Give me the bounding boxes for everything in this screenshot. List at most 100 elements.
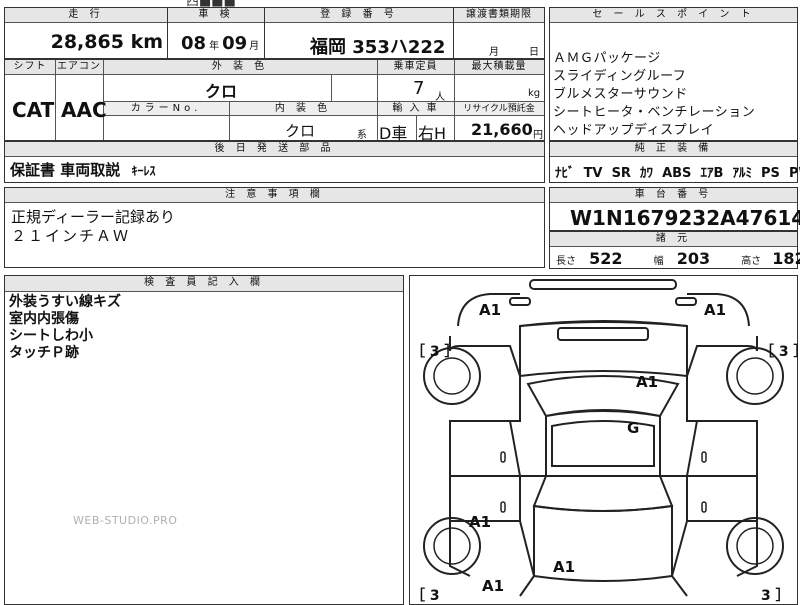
load-unit: kg [528,88,541,99]
notes-list: 正規ディーラー記録あり ２１インチＡＷ [11,208,175,246]
grille [557,327,649,341]
inspector-box: 検 査 員 記 入 欄 外装うすい線キズ 室内内張傷 シートしわ小 タッチＰ跡 … [4,275,404,605]
recycle-unit: 円 [533,130,543,141]
right-front-door [685,420,757,477]
sales-point-item: スライディングルーフ [553,69,687,84]
notes-line: ２１インチＡＷ [11,227,131,245]
sales-points-box: セ ー ル ス ポ イ ン ト ＡＭＧパッケージ スライディングルーフ ブルメス… [549,7,798,141]
aircon-value: AAC [61,98,107,122]
inspection-month: 09 [222,33,248,54]
chassis-label: 車 台 番 号 [550,188,797,203]
capacity-label: 乗車定員 [377,60,454,75]
top-partial-strip: 西■■■ [0,0,800,9]
sales-point-item: ブルメスターサウンド [553,87,688,102]
rear-right-wheel [726,517,784,575]
equipment-item: ｶﾜ [640,166,653,181]
inspection-box: 車 検 08 年 09 月 [167,7,265,59]
height-value: 182 [772,249,800,268]
mark-front-right: A1 [704,301,727,319]
exterior-value: クロ [205,82,238,101]
equipment-label: 純 正 装 備 [550,142,797,157]
inspection-month-unit: 月 [249,41,260,52]
dimensions-label: 諸 元 [550,232,797,247]
car-diagram-box: A1 A1 A1 G A1 A1 A1 ［ 3 ］ ［ 3 ］ ［ 3 3 ］ [409,275,800,605]
inspector-line: シートしわ小 [9,328,93,344]
transfer-day-unit: 日 [529,47,539,58]
later-parts-main: 保証書 車両取説 [10,161,121,179]
mark-rear-left-bottom: A1 [482,577,505,595]
mark-roof: G [627,419,640,437]
later-parts-value: 保証書 車両取説 ｷｰﾚｽ [10,162,155,180]
inspection-year-unit: 年 [209,41,220,52]
dimensions-box: 諸 元 長さ 522 幅 203 高さ 182 [549,231,800,269]
equipment-item: ABS [662,166,692,181]
recycle-value: 21,660 [471,120,533,139]
inspector-list: 外装うすい線キズ 室内内張傷 シートしわ小 タッチＰ跡 [9,294,121,362]
mileage-unit: km [130,31,163,53]
spec-grid: シフト エアコン 外 装 色 乗車定員 最大積載量 カラーNo. 内 装 色 輸… [4,59,545,143]
equipment-item: PS [761,166,780,181]
dimensions-values: 長さ 522 幅 203 高さ 182 [556,249,800,268]
left-front-door [450,420,522,477]
mark-bonnet: A1 [636,373,659,391]
sales-points-list: ＡＭＧパッケージ スライディングルーフ ブルメスターサウンド シートヒータ・ベン… [553,50,755,140]
later-parts-box: 後 日 発 送 部 品 保証書 車両取説 ｷｰﾚｽ [4,141,545,183]
load-label: 最大積載量 [454,60,544,75]
equipment-item: ﾅﾋﾞ [555,166,575,181]
inspection-year: 08 [181,33,207,54]
width-value: 203 [676,249,711,268]
registration-box: 登 録 番 号 福岡 353ハ222 [264,7,454,59]
interior-label: 内 装 色 [229,101,377,116]
inspector-label: 検 査 員 記 入 欄 [5,276,403,292]
sales-points-label: セ ー ル ス ポ イ ン ト [550,8,797,23]
sales-point-item: ＡＭＧパッケージ [553,51,661,66]
length-value: 522 [589,249,623,268]
equipment-item: SR [611,166,631,181]
notes-line: 正規ディーラー記録あり [11,208,175,226]
transfer-box: 譲渡書類期限 月 日 [453,7,545,59]
tire-right-bottom: 3 ］ [761,588,790,604]
registration-label: 登 録 番 号 [265,8,453,23]
inspection-label: 車 検 [168,8,264,23]
front-right-lamp [675,297,697,306]
equipment-box: 純 正 装 備 ﾅﾋﾞ TV SR ｶﾜ ABS ｴｱB ｱﾙﾐ PS PW [549,141,800,183]
chassis-box: 車 台 番 号 W1N1679232A476146 [549,187,800,231]
front-left-lamp [509,297,531,306]
equipment-item: ｱﾙﾐ [732,166,752,181]
interior-value: クロ [285,122,316,140]
aircon-label: エアコン [55,60,103,75]
front-bumper [529,279,677,290]
import-label: 輸 入 車 [377,101,454,116]
inspector-line: 室内内張傷 [9,311,79,327]
width-label: 幅 [653,256,664,267]
later-parts-extra: ｷｰﾚｽ [131,164,156,178]
capacity-unit: 人 [435,92,445,103]
sales-point-item: ヘッドアップディスプレイ [553,123,715,138]
car-diagram [423,279,784,597]
mileage-label: 走 行 [5,8,167,23]
watermark: WEB-STUDIO.PRO [73,514,178,527]
notes-label: 注 意 事 項 欄 [5,188,544,203]
transfer-month-unit: 月 [489,47,499,58]
transfer-label: 譲渡書類期限 [454,8,544,23]
inspector-line: 外装うすい線キズ [9,294,121,310]
rear-window [532,475,674,512]
bonnet [519,320,688,378]
tire-left-bottom: ［ 3 [411,588,440,604]
shift-value: CAT [12,98,55,122]
notes-box: 注 意 事 項 欄 正規ディーラー記録あり ２１インチＡＷ [4,187,545,268]
equipment-item: TV [583,166,603,181]
exterior-label: 外 装 色 [103,60,377,75]
mark-rear-center: A1 [553,558,576,576]
height-label: 高さ [741,256,762,267]
mark-rear-left-door: A1 [469,513,492,531]
equipment-item: PW [788,166,800,181]
equipment-item: ｴｱB [700,166,724,181]
shift-label: シフト [5,60,55,75]
length-label: 長さ [556,256,576,267]
mileage-number: 28,865 [50,31,124,53]
mileage-value: 28,865 km [51,31,163,53]
right-rear-door [686,475,757,522]
left-body-outline [449,336,521,577]
mark-front-left: A1 [479,301,502,319]
